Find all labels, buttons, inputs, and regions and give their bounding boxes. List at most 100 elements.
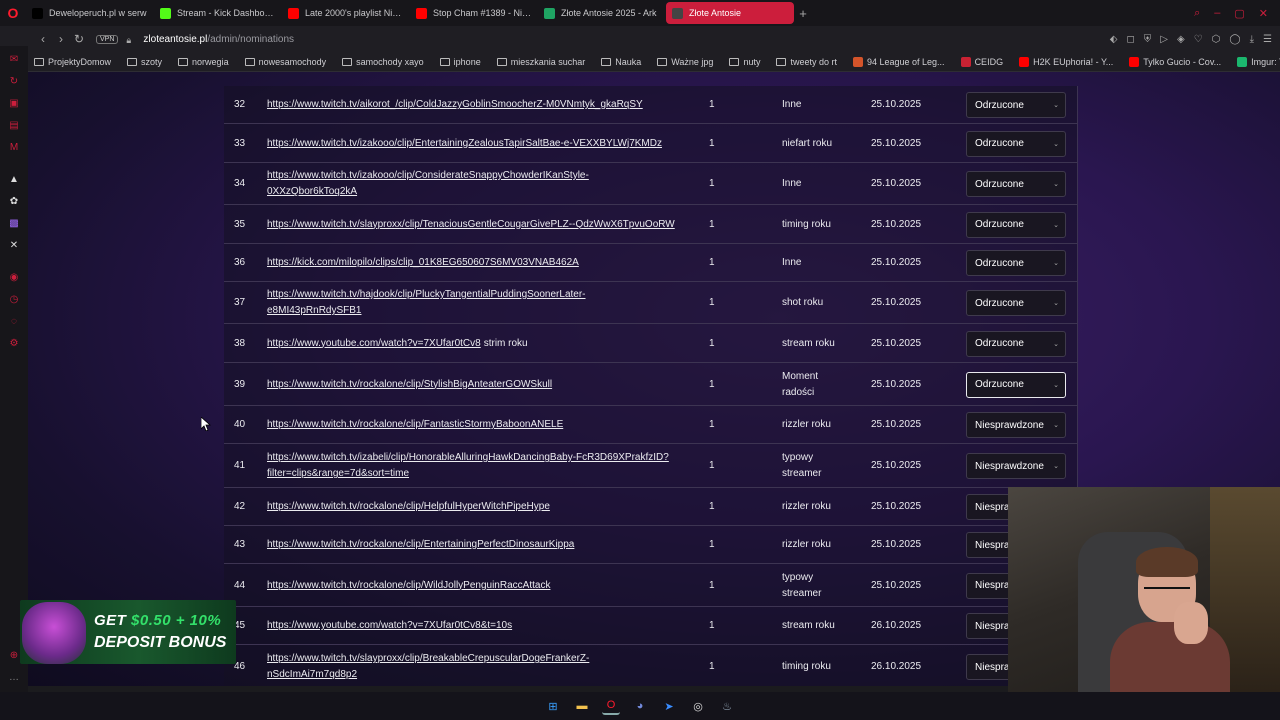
shield-icon[interactable]: ⛨	[1144, 34, 1152, 45]
back-icon[interactable]: ‹	[34, 32, 52, 46]
status-select[interactable]: Odrzucone ⌄	[966, 92, 1066, 118]
obs-icon[interactable]: ◎	[689, 697, 707, 715]
more-icon[interactable]: …	[8, 672, 20, 684]
x-icon[interactable]: ✕	[8, 240, 20, 252]
sheets-icon	[544, 7, 555, 19]
opera-taskbar-icon[interactable]: O	[602, 697, 620, 715]
status-select[interactable]: Odrzucone ⌄	[966, 250, 1066, 276]
bookmark-item[interactable]: Ważne jpg	[657, 57, 713, 67]
bookmark-item[interactable]: samochody xayo	[342, 57, 424, 67]
lock-icon[interactable]: 🔒︎	[126, 35, 135, 45]
file-explorer-icon[interactable]: ▬	[573, 697, 591, 715]
settings-icon[interactable]: ⚙	[8, 338, 20, 350]
clip-link[interactable]: https://www.twitch.tv/izakooo/clip/Consi…	[267, 170, 589, 197]
ad-banner[interactable]: GET $0.50 + 10% DEPOSIT BONUS	[20, 600, 236, 664]
votes-count: 1	[709, 337, 715, 349]
bookmark-item[interactable]: nuty	[729, 57, 760, 67]
bookmark-item[interactable]: H2K EUphoria! - Y...	[1019, 56, 1113, 67]
messenger-icon[interactable]: ✉	[8, 54, 20, 66]
bookmark-item[interactable]: 94 League of Leg...	[852, 56, 945, 67]
search-tabs-icon[interactable]: ⌕	[1194, 7, 1200, 20]
clip-link[interactable]: https://www.twitch.tv/rockalone/clip/Sty…	[267, 379, 552, 390]
bookmark-item[interactable]: szoty	[127, 57, 162, 67]
clip-link[interactable]: https://www.twitch.tv/rockalone/clip/Ent…	[267, 539, 574, 550]
clip-link[interactable]: https://www.twitch.tv/slayproxx/clip/Ten…	[267, 219, 675, 230]
opera-logo-icon[interactable]: O	[0, 0, 26, 26]
tab-2[interactable]: Late 2000's playlist Night	[282, 2, 410, 24]
pin-icon[interactable]: ◈	[1177, 34, 1185, 45]
extensions-icon[interactable]: ⬡	[1212, 34, 1221, 45]
download-icon[interactable]: ⤓	[1250, 34, 1254, 45]
clip-link[interactable]: https://www.youtube.com/watch?v=7XUfar0t…	[267, 338, 481, 349]
tab-1[interactable]: Stream - Kick Dashboard	[154, 2, 282, 24]
url-field[interactable]: zloteantosie.pl/admin/nominations	[143, 34, 294, 45]
tab-0[interactable]: Deweloperuch.pl w serw	[26, 2, 154, 24]
wallet-icon[interactable]: ▣	[8, 98, 20, 110]
status-select[interactable]: Odrzucone ⌄	[966, 290, 1066, 316]
gmail-icon[interactable]: M	[8, 142, 20, 154]
forward-icon[interactable]: ›	[52, 32, 70, 46]
reload-icon[interactable]: ↻	[70, 32, 88, 46]
bookmark-item[interactable]: CEIDG	[960, 56, 1003, 67]
bookmark-item[interactable]: Tylko Gucio - Cov...	[1129, 56, 1221, 67]
category-cell: Inne	[782, 255, 852, 271]
table-row: 33 https://www.twitch.tv/izakooo/clip/Ent…	[224, 124, 1077, 163]
folder-icon	[34, 57, 44, 66]
clip-link[interactable]: https://www.twitch.tv/hajdook/clip/Pluck…	[267, 289, 586, 316]
twitch-icon[interactable]: ▩	[8, 218, 20, 230]
bookmark-icon[interactable]: ⬖	[1110, 34, 1118, 45]
new-tab-button[interactable]: +	[794, 6, 812, 21]
snapshot-icon[interactable]: ◻	[1126, 34, 1134, 45]
status-select[interactable]: Odrzucone ⌄	[966, 330, 1066, 357]
tab-4[interactable]: Złote Antosie 2025 - Ark	[538, 2, 666, 24]
bookmark-item[interactable]: nowesamochody	[244, 57, 326, 67]
steam-icon[interactable]: ♨	[718, 697, 736, 715]
bookmark-item[interactable]: Imgur: The most a...	[1237, 56, 1280, 67]
profile-icon[interactable]: ◯	[1229, 34, 1240, 45]
minimize-icon[interactable]: –	[1214, 7, 1220, 20]
status-select[interactable]: Odrzucone ⌄	[966, 211, 1066, 238]
discord-icon[interactable]: ◕	[631, 697, 649, 715]
status-select[interactable]: Niesprawdzone ⌄	[966, 453, 1066, 479]
clip-link[interactable]: https://www.twitch.tv/izabeli/clip/Honor…	[267, 452, 669, 479]
vpn-badge[interactable]: VPN	[96, 34, 119, 44]
messenger-taskbar-icon[interactable]: ➤	[660, 697, 678, 715]
heart-icon[interactable]: ♡	[1194, 34, 1203, 45]
clip-link[interactable]: https://www.twitch.tv/rockalone/clip/Wil…	[267, 580, 550, 591]
chevron-down-icon: ⌄	[1053, 300, 1059, 307]
menu-icon[interactable]: ☰	[1263, 34, 1272, 45]
status-select[interactable]: Niesprawdzone ⌄	[966, 412, 1066, 438]
chat-icon[interactable]: ◌	[8, 316, 20, 328]
tab-3[interactable]: Stop Cham #1389 - Niebe	[410, 2, 538, 24]
clip-link[interactable]: https://kick.com/milopilo/clips/clip_01K…	[267, 257, 579, 268]
category-label: rizzler roku	[782, 501, 831, 512]
bookmark-item[interactable]: tweety do rt	[776, 57, 837, 67]
close-window-icon[interactable]: ✕	[1259, 7, 1268, 20]
chatgpt-icon[interactable]: ✿	[8, 196, 20, 208]
aria-icon[interactable]: ▲	[8, 174, 20, 186]
clip-link[interactable]: https://www.twitch.tv/aikorot_/clip/Cold…	[267, 99, 643, 110]
player-icon[interactable]: ▷	[1160, 34, 1168, 45]
windows-start-icon[interactable]: ⊞	[544, 697, 562, 715]
clip-link[interactable]: https://www.twitch.tv/izakooo/clip/Enter…	[267, 138, 662, 149]
status-select[interactable]: Odrzucone ⌄	[966, 130, 1066, 157]
category-label: timing roku	[782, 661, 831, 672]
clock-icon[interactable]: ◷	[8, 294, 20, 306]
history-icon[interactable]: ↻	[8, 76, 20, 88]
bookmark-item[interactable]: norwegia	[178, 57, 229, 67]
player-sidebar-icon[interactable]: ◉	[8, 272, 20, 284]
maximize-icon[interactable]: ▢	[1234, 7, 1244, 20]
status-select[interactable]: Odrzucone ⌄	[966, 171, 1066, 197]
status-select[interactable]: Odrzucone ⌄	[966, 371, 1066, 398]
sidebar-bottom-icon[interactable]: ⊕	[8, 650, 20, 662]
bookmark-item[interactable]: ProjektyDomow	[34, 57, 111, 67]
tab-5[interactable]: Złote Antosie	[666, 2, 794, 24]
news-icon[interactable]: ▤	[8, 120, 20, 132]
clip-link[interactable]: https://www.youtube.com/watch?v=7XUfar0t…	[267, 620, 512, 631]
clip-link[interactable]: https://www.twitch.tv/rockalone/clip/Hel…	[267, 501, 550, 512]
bookmark-item[interactable]: iphone	[439, 57, 481, 67]
bookmark-item[interactable]: Nauka	[601, 57, 641, 67]
clip-link[interactable]: https://www.twitch.tv/slayproxx/clip/Bre…	[267, 653, 589, 680]
bookmark-item[interactable]: mieszkania suchar	[496, 57, 585, 67]
clip-link[interactable]: https://www.twitch.tv/rockalone/clip/Fan…	[267, 419, 563, 430]
